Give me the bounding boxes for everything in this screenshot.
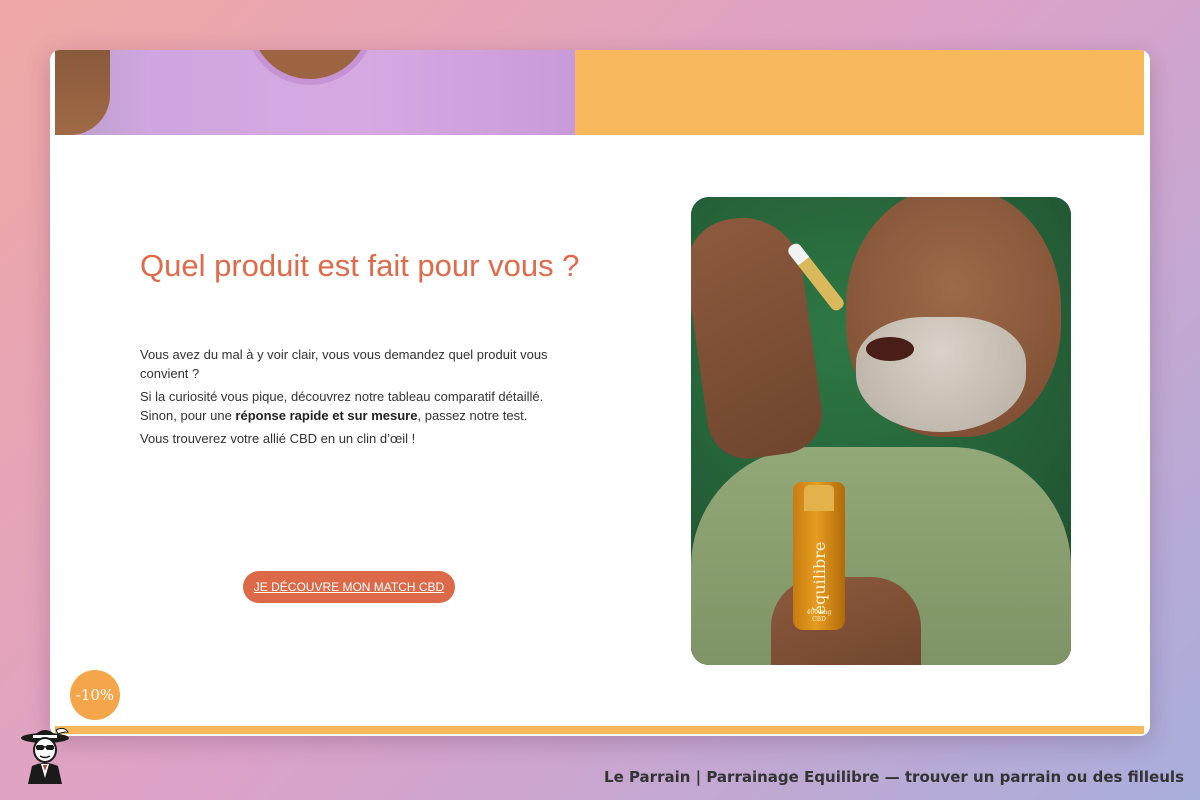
description-paragraph-2: Si la curiosité vous pique, découvrez no…: [140, 389, 544, 423]
section-description: Vous avez du mal à y voir clair, vous vo…: [140, 346, 570, 454]
product-photo: équilibre 4000mg CBD: [691, 197, 1071, 665]
top-banner-yellow-panel: [575, 50, 1144, 135]
discount-badge[interactable]: -10%: [70, 670, 120, 720]
description-paragraph-1: Vous avez du mal à y voir clair, vous vo…: [140, 347, 548, 381]
le-parrain-mascot-icon: [18, 726, 72, 784]
bottle-dose: 4000mg CBD: [806, 609, 832, 623]
page-card: Quel produit est fait pour vous ? Vous a…: [50, 50, 1150, 736]
section-heading: Quel produit est fait pour vous ?: [140, 248, 580, 283]
bottle-brand: équilibre: [809, 541, 829, 615]
discover-match-button[interactable]: JE DÉCOUVRE MON MATCH CBD: [243, 571, 455, 603]
page-caption: Le Parrain | Parrainage Equilibre — trou…: [604, 768, 1184, 786]
top-banner-photo: [55, 50, 575, 135]
top-banner: [55, 50, 1144, 135]
bottom-accent-bar: [55, 726, 1144, 734]
description-paragraph-3: Vous trouverez votre allié CBD en un cli…: [140, 431, 416, 446]
emphasis-text: réponse rapide et sur mesure: [235, 407, 418, 423]
